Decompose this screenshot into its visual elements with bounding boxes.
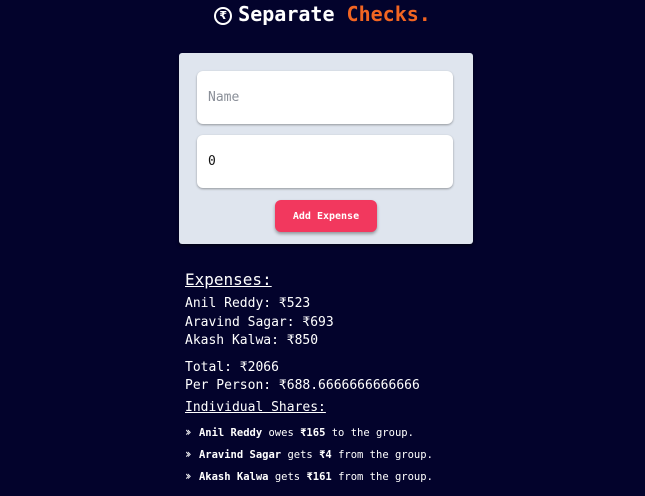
- totals-block: Total: ₹2066 Per Person: ₹688.6666666666…: [185, 359, 605, 396]
- shares-list: ›› Anil Reddy owes ₹165 to the group. ››…: [185, 422, 605, 488]
- share-amount: ₹165: [300, 426, 326, 439]
- individual-shares-heading: Individual Shares:: [185, 399, 326, 415]
- add-expense-button[interactable]: Add Expense: [275, 200, 377, 232]
- double-chevron-right-icon: ››: [185, 446, 191, 461]
- double-chevron-right-icon: ››: [185, 424, 191, 439]
- share-name: Aravind Sagar: [198, 448, 282, 461]
- share-name: Akash Kalwa: [198, 470, 269, 483]
- share-name: Anil Reddy: [198, 426, 263, 439]
- share-verb: gets: [287, 448, 313, 461]
- share-tail: from the group.: [338, 470, 433, 483]
- share-amount: ₹4: [319, 448, 332, 461]
- share-tail: from the group.: [338, 448, 433, 461]
- share-verb: owes: [268, 426, 294, 439]
- share-row: ›› Anil Reddy owes ₹165 to the group.: [185, 422, 605, 444]
- expenses-heading: Expenses:: [185, 270, 272, 289]
- rupee-icon: ₹: [214, 7, 233, 25]
- share-tail: to the group.: [331, 426, 414, 439]
- per-person-amount: Per Person: ₹688.6666666666666: [185, 378, 420, 393]
- expense-form-card: Add Expense: [179, 53, 473, 244]
- title-accent: Checks.: [346, 2, 431, 26]
- app-page: ₹ Separate Checks. Add Expense Expenses: …: [0, 0, 645, 496]
- expense-item: Anil Reddy: ₹523: [185, 296, 311, 311]
- expense-item: Akash Kalwa: ₹850: [185, 333, 319, 348]
- app-header: ₹ Separate Checks.: [0, 2, 645, 26]
- total-amount: Total: ₹2066: [185, 359, 279, 375]
- title-main: Separate: [238, 2, 335, 26]
- double-chevron-right-icon: ››: [185, 468, 191, 483]
- amount-input[interactable]: [197, 135, 453, 188]
- name-input[interactable]: [197, 71, 453, 124]
- share-amount: ₹161: [306, 470, 332, 483]
- expenses-list: Anil Reddy: ₹523 Aravind Sagar: ₹693 Aka…: [185, 295, 605, 351]
- results-panel: Expenses: Anil Reddy: ₹523 Aravind Sagar…: [185, 270, 605, 488]
- share-row: ›› Akash Kalwa gets ₹161 from the group.: [185, 466, 605, 488]
- expense-item: Aravind Sagar: ₹693: [185, 314, 334, 330]
- share-verb: gets: [274, 470, 301, 483]
- share-row: ›› Aravind Sagar gets ₹4 from the group.: [185, 444, 605, 466]
